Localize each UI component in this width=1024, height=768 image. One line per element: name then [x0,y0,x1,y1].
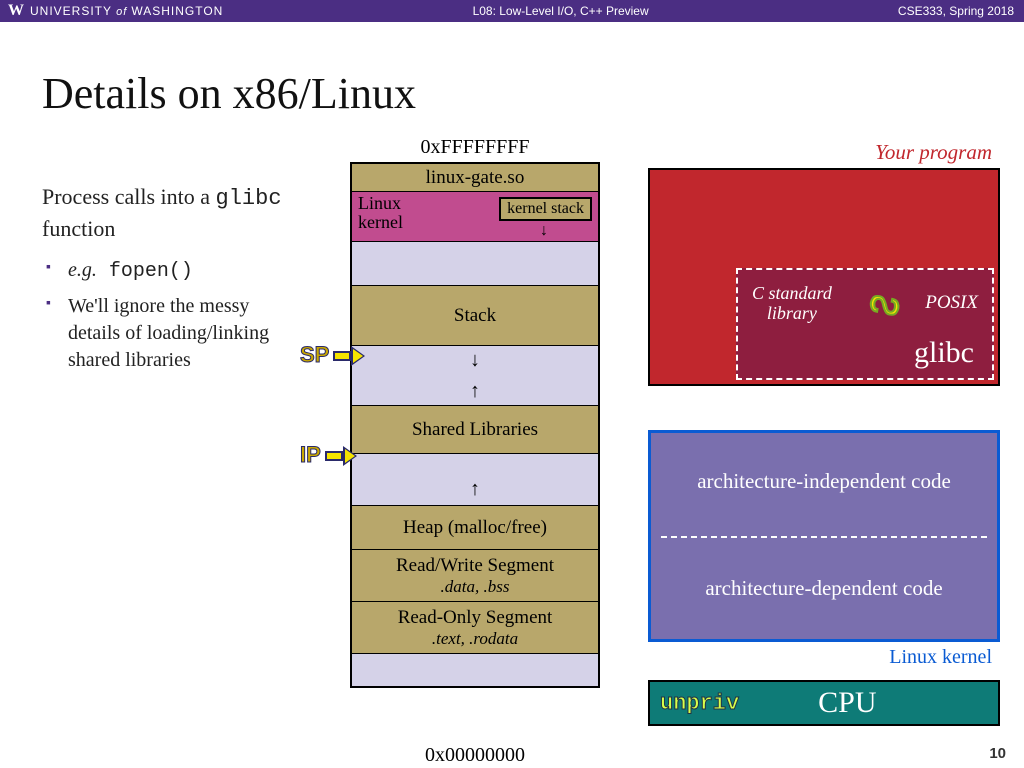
mem-kernel-label: Linux kernel [358,192,403,232]
b1-pre: e.g. [68,259,97,281]
glibc-box: C standard library ᔓ POSIX glibc [736,268,994,380]
linux-kernel-label: Linux kernel [889,646,992,669]
glibc-label: glibc [914,336,974,370]
uw-logo: W [0,2,30,20]
university-name: UNIVERSITY of WASHINGTON [30,4,223,18]
ip-label: IP [300,442,321,468]
sp-pointer: SP [300,342,365,368]
body-l1a: Process calls into a [42,184,216,209]
linux-kernel-box: architecture-independent code architectu… [648,430,1000,642]
slide-body: Details on x86/Linux Process calls into … [0,22,1024,768]
squiggle-icon: ᔓ [867,280,904,325]
slide-title: Details on x86/Linux [42,68,416,119]
mem-bottom-addr: 0x00000000 [350,744,600,767]
slide-header: W UNIVERSITY of WASHINGTON L08: Low-Leve… [0,0,1024,22]
page-number: 10 [989,745,1006,762]
your-program-label: Your program [875,140,992,165]
ip-pointer: IP [300,442,357,468]
body-l1c: function [42,216,115,241]
uni-of: of [112,6,131,18]
mem-top-addr: 0xFFFFFFFF [350,136,600,159]
arch-dep-label: architecture-dependent code [651,576,997,601]
mem-stack: Stack [352,286,598,346]
sp-label: SP [300,342,329,368]
heap-up-arrow-icon: ↑ [470,479,480,499]
unpriv-label: unpriv [650,691,739,716]
mem-shared-libraries: Shared Libraries [352,406,598,454]
sp-arrow-icon [333,342,365,368]
mem-heap: Heap (malloc/free) [352,506,598,550]
your-program-box: C standard library ᔓ POSIX glibc [648,168,1000,386]
mem-linux-kernel: Linux kernel kernel stack ↓ [352,192,598,242]
kernel-divider [661,536,987,538]
posix-label: POSIX [925,292,978,314]
mem-linux-gate: linux-gate.so [352,164,598,192]
memory-diagram: linux-gate.so Linux kernel kernel stack … [350,162,600,688]
mem-stack-growth: ↓ ↑ [352,346,598,406]
ip-arrow-icon [325,442,357,468]
mem-rw-title: Read/Write Segment [352,555,598,577]
cpu-box: unpriv CPU [648,680,1000,726]
mem-rw-sub: .data, .bss [352,577,598,597]
lecture-title: L08: Low-Level I/O, C++ Preview [223,4,898,18]
body-text: Process calls into a glibc function e.g.… [42,182,292,382]
stack-down-arrow-icon: ↓ [470,350,480,370]
mem-gap-2: ↑ [352,454,598,506]
mem-ro-segment: Read-Only Segment .text, .rodata [352,602,598,654]
uni-post: WASHINGTON [131,4,223,18]
body-glibc-code: glibc [216,186,282,211]
mem-ro-title: Read-Only Segment [352,607,598,629]
c-standard-library-label: C standard library [752,284,832,324]
b1-code: fopen() [97,260,193,283]
mem-rw-segment: Read/Write Segment .data, .bss [352,550,598,602]
shlib-up-arrow-icon: ↑ [470,381,480,401]
arch-indep-label: architecture-independent code [651,469,997,494]
mem-gap-1 [352,242,598,286]
cpu-label: CPU [818,686,876,720]
uni-pre: UNIVERSITY [30,4,112,18]
kernel-stack-box: kernel stack [499,197,592,221]
mem-bottom-gap [352,654,598,686]
course-term: CSE333, Spring 2018 [898,4,1024,18]
mem-ro-sub: .text, .rodata [352,629,598,649]
bullet-ignore: We'll ignore the messy details of loadin… [42,293,292,374]
bullet-fopen: e.g. fopen() [42,257,292,285]
kernel-stack-arrow-icon: ↓ [540,222,548,240]
